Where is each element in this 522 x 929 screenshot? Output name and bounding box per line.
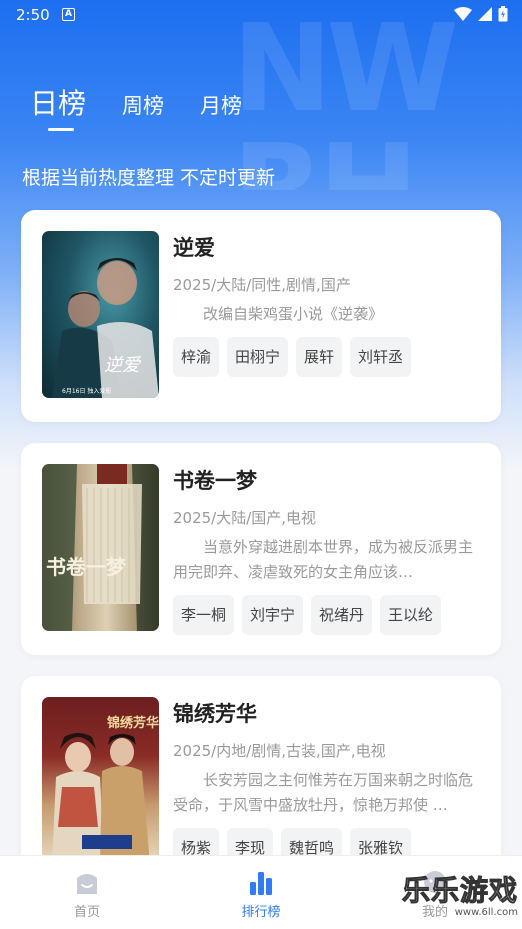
item-meta: 2025/大陆/同性,剧情,国产 (173, 276, 351, 294)
signal-icon (478, 7, 492, 21)
bar-chart-icon (250, 872, 272, 895)
poster-date: 6月16日 独入爱影 (62, 387, 111, 395)
poster-image: 锦绣芳华 (42, 697, 159, 864)
nav-home-label: 首页 (73, 905, 100, 920)
battery-icon (498, 6, 508, 22)
cast-tag[interactable]: 刘轩丞 (350, 337, 412, 377)
tab-monthly[interactable]: 月榜 (200, 90, 242, 122)
cast-tag[interactable]: 祝绪丹 (311, 595, 373, 635)
item-title: 书卷一梦 (173, 469, 257, 493)
cast-tag[interactable]: 梓渝 (173, 337, 220, 377)
status-bar: 2:50 A (0, 0, 522, 30)
item-description: 改编自柴鸡蛋小说《逆袭》 (203, 305, 384, 323)
item-title: 锦绣芳华 (173, 702, 257, 726)
watermark-text: 乐乐游戏 (401, 874, 518, 907)
status-icons (454, 6, 508, 22)
tab-daily[interactable]: 日榜 (30, 82, 86, 131)
poster-image: 逆爱 6月16日 独入爱影 (42, 231, 159, 398)
home-icon (77, 874, 97, 894)
cast-tag[interactable]: 王以纶 (380, 595, 442, 635)
cast-tags: 梓渝 田栩宁 展轩 刘轩丞 (173, 337, 483, 377)
notification-a-icon: A (62, 8, 75, 21)
nav-ranking[interactable]: 排行榜 (174, 856, 348, 929)
ranking-card[interactable]: 书卷一梦 书卷一梦 2025/大陆/国产,电视 当意外穿越进剧本世界，成为被反派… (21, 443, 501, 655)
nav-ranking-label: 排行榜 (241, 905, 281, 920)
item-title: 逆爱 (173, 236, 215, 260)
wifi-icon (454, 7, 472, 21)
ranking-tabs: 日榜 周榜 月榜 (30, 82, 242, 131)
poster-title: 锦绣芳华 (107, 715, 159, 731)
item-description: 当意外穿越进剧本世界，成为被反派男主用完即弃、凌虐致死的女主角应该… (173, 538, 474, 581)
poster-title: 逆爱 (104, 355, 142, 376)
status-time: 2:50 (16, 6, 50, 24)
poster-title: 书卷一梦 (46, 555, 127, 579)
cast-tags: 李一桐 刘宇宁 祝绪丹 王以纶 (173, 595, 483, 635)
poster-image: 书卷一梦 (42, 464, 159, 631)
cast-tag[interactable]: 刘宇宁 (242, 595, 304, 635)
cast-tag[interactable]: 田栩宁 (227, 337, 289, 377)
cast-tag[interactable]: 李一桐 (173, 595, 235, 635)
tab-weekly[interactable]: 周榜 (122, 90, 164, 122)
cast-tag[interactable]: 展轩 (296, 337, 343, 377)
item-meta: 2025/内地/剧情,古装,国产,电视 (173, 742, 386, 760)
item-description: 长安芳园之主何惟芳在万国来朝之时临危受命，于风雪中盛放牡丹，惊艳万邦使 … (173, 771, 474, 814)
watermark-logo: 乐乐游戏 www.6ll.com (398, 874, 518, 926)
ranking-card[interactable]: 逆爱 6月16日 独入爱影 逆爱 2025/大陆/同性,剧情,国产 改编自柴鸡蛋… (21, 210, 501, 422)
item-meta: 2025/大陆/国产,电视 (173, 509, 317, 527)
header-decoration: NW RH (232, 10, 459, 190)
watermark-url: www.6ll.com (454, 907, 518, 918)
ranking-subtitle: 根据当前热度整理 不定时更新 (22, 167, 276, 189)
nav-home[interactable]: 首页 (0, 856, 174, 929)
